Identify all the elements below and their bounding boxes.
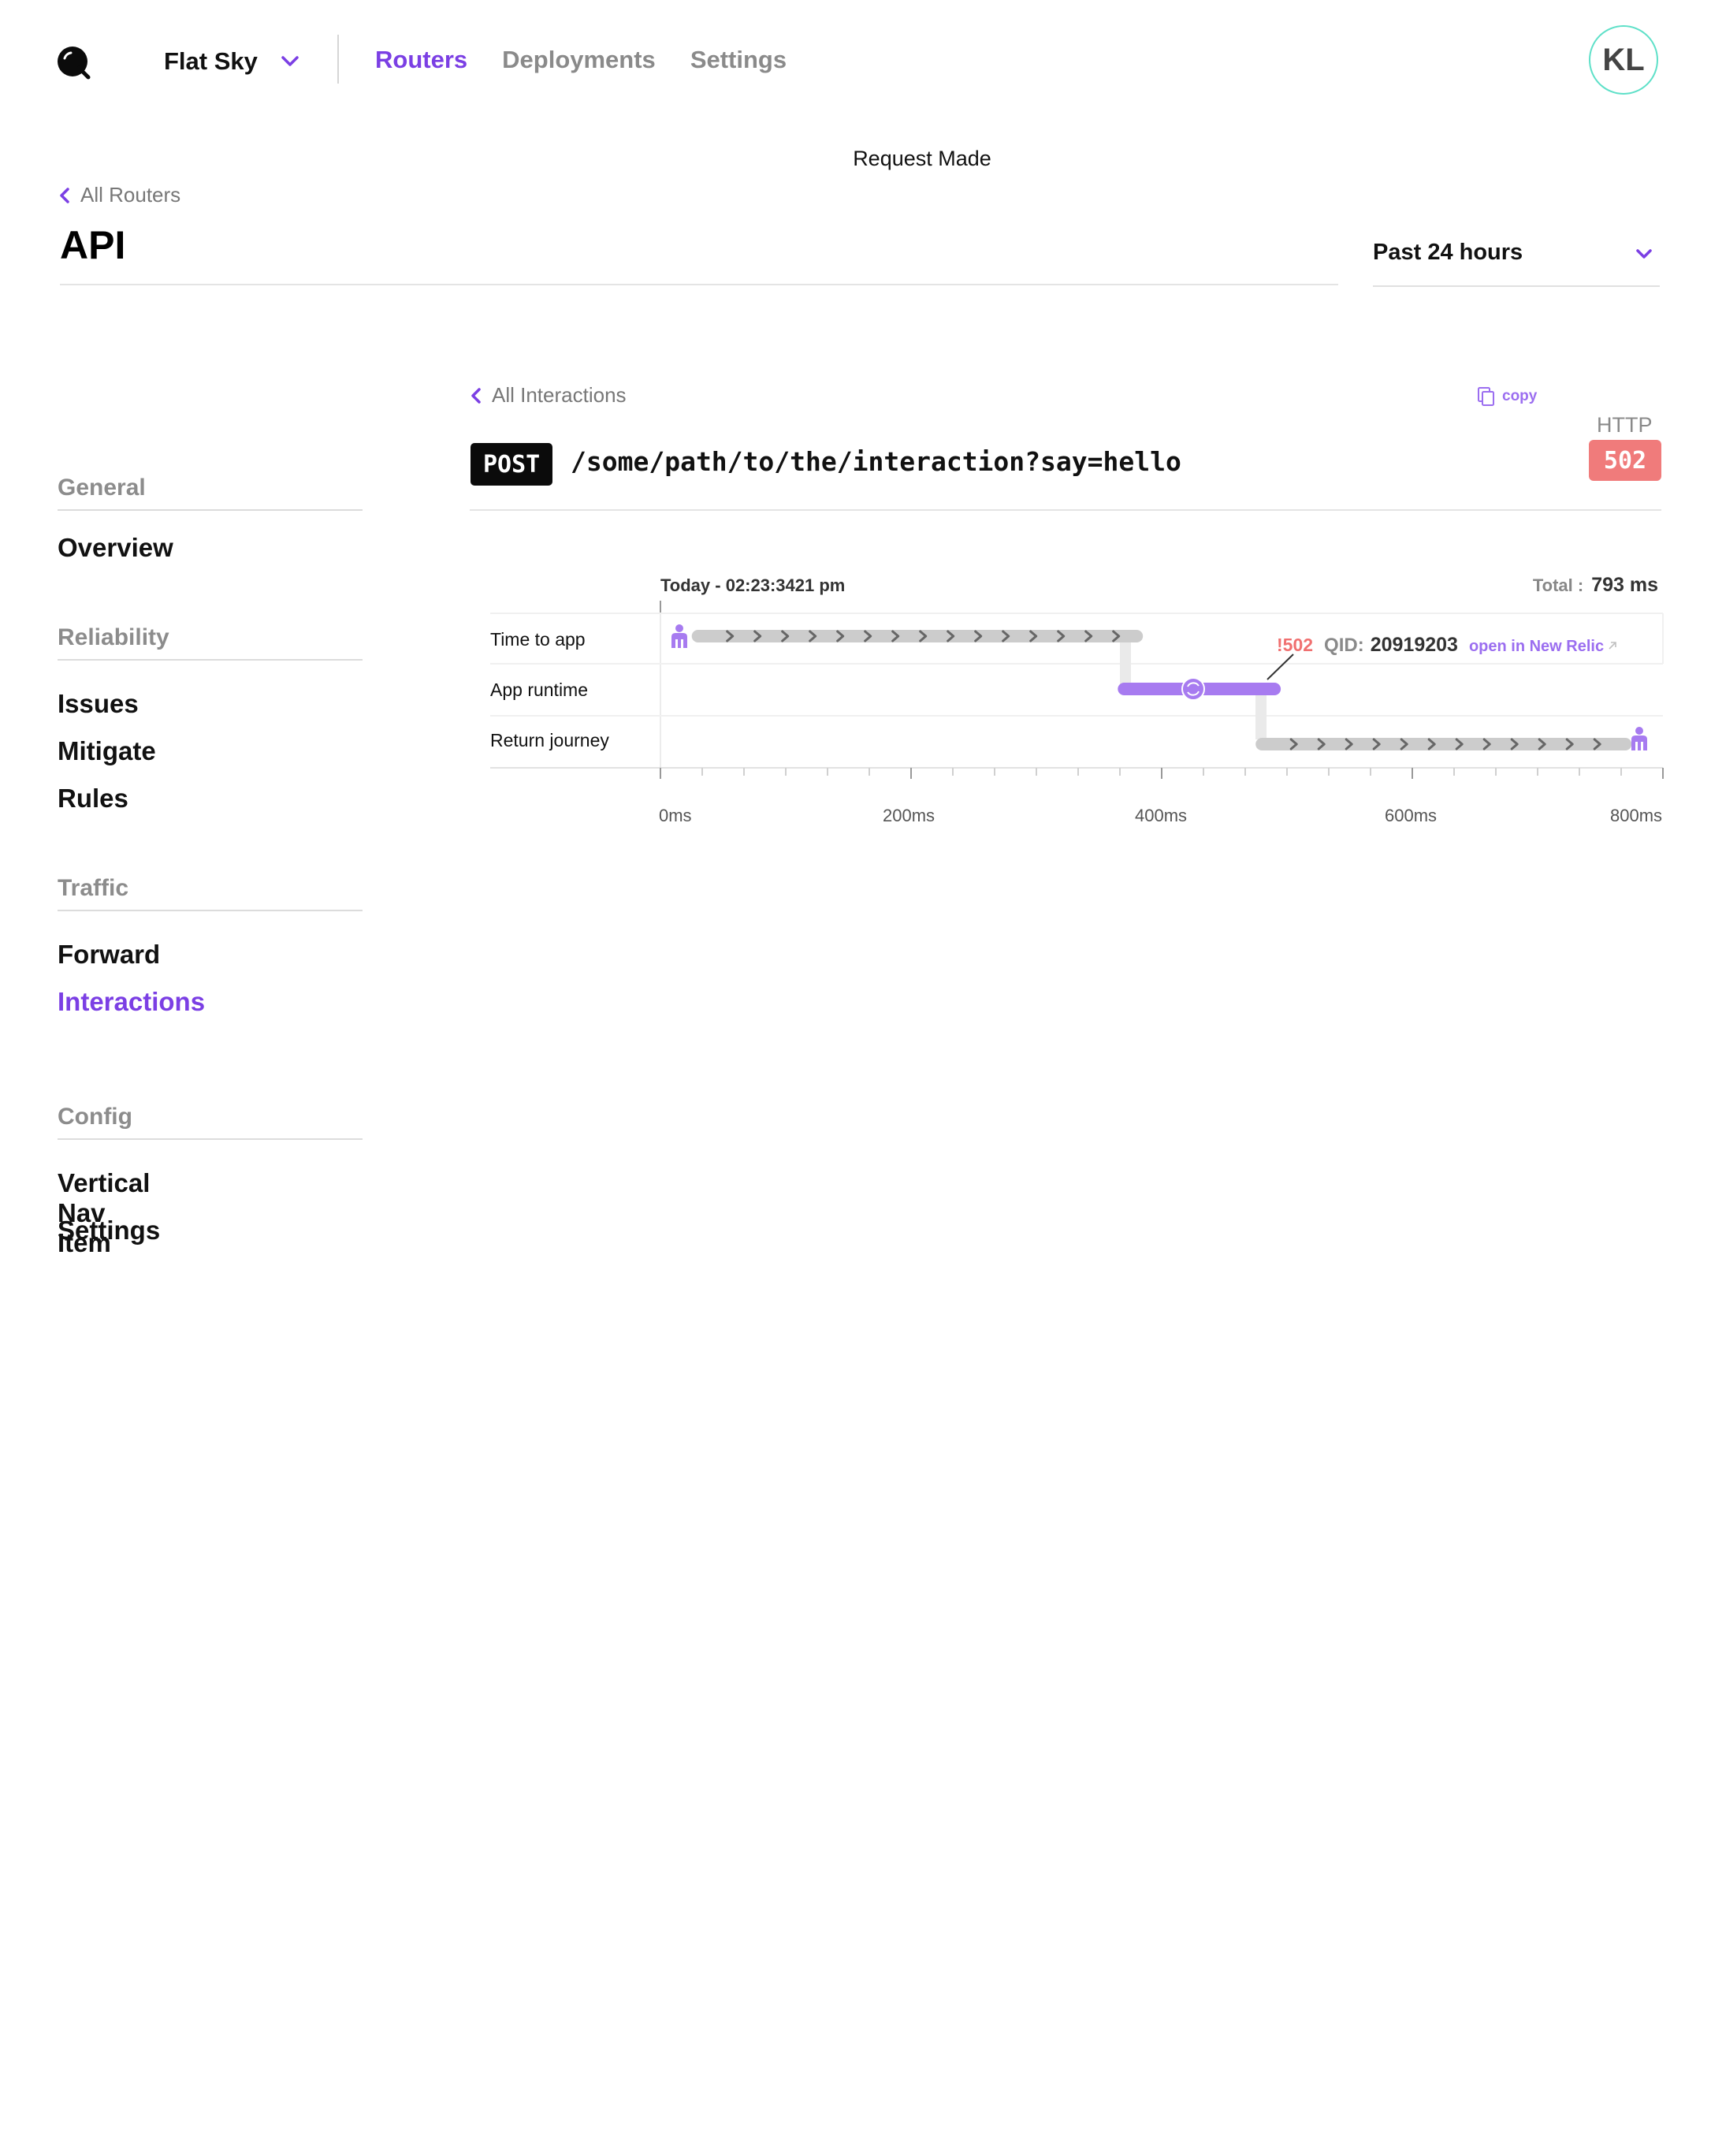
sidebar-item-forward[interactable]: Forward <box>58 940 160 970</box>
segment-time-to-app <box>691 630 1144 642</box>
sidebar-item-interactions[interactable]: Interactions <box>58 987 205 1017</box>
timeline-chart <box>490 601 1664 779</box>
tick-label-800ms: 800ms <box>1610 806 1663 825</box>
user-start-icon <box>671 624 687 648</box>
qid-value: 20919203 <box>1370 634 1458 656</box>
segment-app-runtime <box>1118 677 1281 701</box>
error-callout-line <box>1267 654 1294 680</box>
segment-return-journey <box>1255 738 1632 750</box>
user-end-icon <box>1631 727 1647 750</box>
tick-label-600ms: 600ms <box>1385 806 1438 825</box>
new-relic-link-label: open in New Relic <box>1468 638 1605 655</box>
tick-label-0ms: 0ms <box>659 806 692 825</box>
sidebar-divider <box>58 910 363 911</box>
sidebar-section-config: Config <box>58 1104 132 1130</box>
error-qid-callout: !502 QID: 20919203 open in New Relic <box>1277 634 1618 657</box>
open-in-new-relic-link[interactable]: open in New Relic <box>1469 638 1618 656</box>
axis-ticks <box>660 768 1664 779</box>
tick-label-400ms: 400ms <box>1135 806 1188 825</box>
qid-label: QID: <box>1324 635 1364 656</box>
external-link-icon <box>1609 642 1616 650</box>
sidebar-section-traffic: Traffic <box>58 875 129 901</box>
sidebar-divider <box>58 1138 363 1140</box>
sidebar-item-settings[interactable]: Settings <box>58 1216 160 1246</box>
refresh-icon <box>1181 677 1205 701</box>
tick-label-200ms: 200ms <box>883 806 935 825</box>
error-code: !502 <box>1277 635 1314 655</box>
